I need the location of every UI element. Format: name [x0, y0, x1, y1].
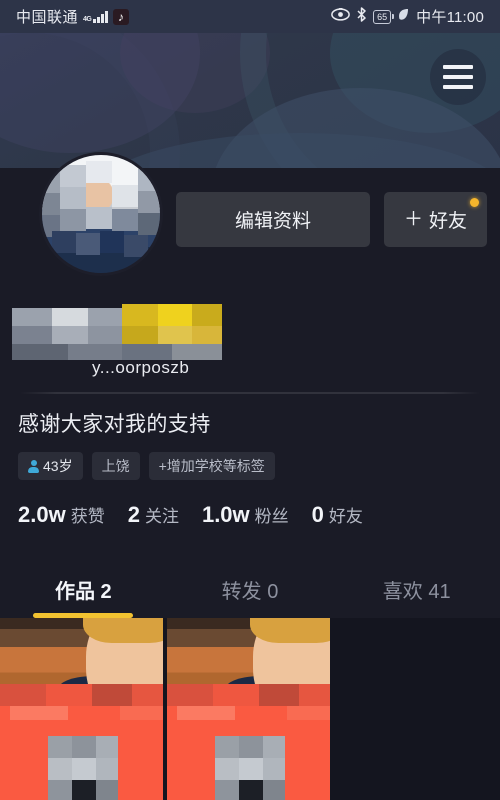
video-thumbnail-2[interactable]	[167, 618, 332, 800]
douyin-profile-screen: 中国联通 4G ♪ 65 中午11:00 编辑资料 ＋ 好友 y...oorpo…	[0, 0, 500, 800]
stat-friends-value: 0	[311, 502, 324, 527]
eye-care-icon	[331, 6, 351, 25]
thumbnail-shape	[82, 618, 165, 644]
profile-tags: 43岁 上饶 +增加学校等标签	[18, 452, 275, 480]
hamburger-menu-icon[interactable]	[430, 49, 486, 105]
signal-icon: 4G	[83, 10, 108, 23]
tab-reposts[interactable]: 转发 0	[167, 560, 334, 618]
stat-likes-value: 2.0w	[18, 502, 66, 527]
carrier-label: 中国联通	[16, 9, 79, 26]
stat-following-value: 2	[127, 502, 140, 527]
power-saving-leaf-icon	[397, 8, 410, 26]
stat-followers[interactable]: 1.0w 粉丝	[202, 502, 289, 528]
tag-age[interactable]: 43岁	[18, 452, 83, 480]
stat-friends[interactable]: 0 好友	[312, 502, 363, 528]
thumbnail-shape	[249, 618, 332, 644]
status-bar-left: 中国联通 4G ♪	[16, 6, 129, 27]
thumbnail-red-overlay	[0, 683, 165, 800]
notification-dot-badge	[470, 198, 479, 207]
tiktok-note-icon: ♪	[112, 8, 129, 25]
tab-likes-label: 喜欢 41	[382, 580, 451, 603]
profile-stats: 2.0w 获赞 2 关注 1.0w 粉丝 0 好友	[18, 502, 363, 528]
grid-divider	[330, 618, 332, 800]
person-icon	[28, 459, 39, 473]
stat-friends-label: 好友	[328, 507, 363, 526]
profile-divider	[20, 392, 480, 394]
tag-add-school-label: +增加学校等标签	[158, 458, 265, 474]
tag-age-label: 43岁	[43, 458, 73, 474]
status-bar: 中国联通 4G ♪ 65 中午11:00	[0, 0, 500, 33]
network-type-label: 4G	[83, 15, 92, 23]
stat-following-label: 关注	[144, 507, 179, 526]
edit-profile-button[interactable]: 编辑资料	[176, 192, 370, 247]
tab-works[interactable]: 作品 2	[0, 560, 167, 618]
tab-likes[interactable]: 喜欢 41	[333, 560, 500, 618]
add-friend-button[interactable]: ＋ 好友	[384, 192, 487, 247]
tab-reposts-label: 转发 0	[221, 580, 279, 603]
battery-indicator: 65	[373, 9, 394, 24]
stat-likes-label: 获赞	[70, 507, 105, 526]
video-thumbnail-1[interactable]	[0, 618, 165, 800]
clock-label: 中午11:00	[416, 9, 484, 26]
tag-add-school[interactable]: +增加学校等标签	[148, 452, 275, 480]
stat-likes[interactable]: 2.0w 获赞	[18, 502, 105, 528]
plus-icon: ＋	[403, 209, 423, 230]
empty-cell	[334, 618, 499, 800]
thumbnail-red-overlay	[167, 683, 332, 800]
user-id-label: y...oorposzb	[92, 358, 190, 377]
profile-banner	[0, 33, 500, 168]
stat-following[interactable]: 2 关注	[128, 502, 179, 528]
signal-bars-icon	[93, 10, 108, 23]
grid-divider	[163, 618, 165, 800]
avatar[interactable]	[39, 152, 163, 276]
profile-action-buttons: 编辑资料 ＋ 好友	[176, 192, 487, 247]
status-bar-right: 65 中午11:00	[331, 6, 484, 27]
add-friend-label: 好友	[429, 211, 468, 232]
bluetooth-icon	[356, 7, 367, 26]
content-tabs: 作品 2 转发 0 喜欢 41	[0, 560, 500, 618]
tab-works-label: 作品 2	[54, 580, 112, 603]
bio-text: 感谢大家对我的支持	[18, 413, 211, 436]
stat-followers-value: 1.0w	[201, 502, 250, 527]
stat-followers-label: 粉丝	[254, 507, 289, 526]
video-grid	[0, 618, 500, 800]
username-censored	[12, 300, 237, 362]
tag-location[interactable]: 上饶	[91, 452, 140, 480]
tag-location-label: 上饶	[101, 458, 130, 474]
